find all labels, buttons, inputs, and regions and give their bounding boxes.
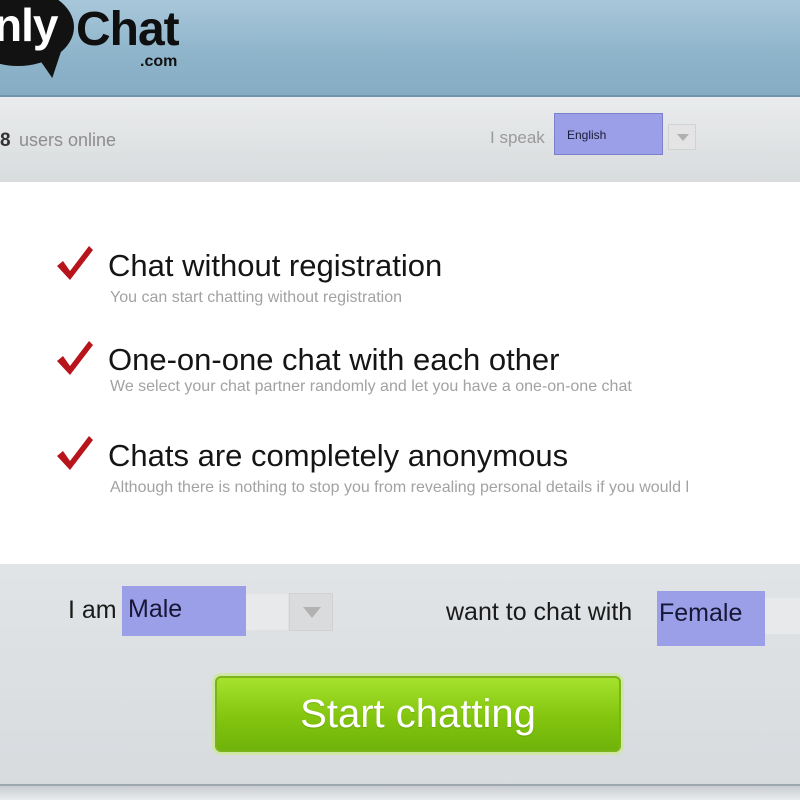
gender-select[interactable]: Male [122,586,246,636]
feature-description: We select your chat partner randomly and… [110,378,632,395]
users-online-label: users online [19,130,117,150]
logo-bubble-tail [35,49,67,81]
partner-label: want to chat with [446,598,633,626]
language-select[interactable]: English [554,113,663,155]
header: nly Chat .com [0,0,800,97]
page: nly Chat .com 8 users online I speak Eng… [0,0,800,800]
logo-text-main: Chat [76,3,180,56]
feature-description: You can start chatting without registrat… [110,289,403,306]
gender-label: I am [68,596,117,624]
logo-text-domain: .com [140,53,178,70]
language-dropdown-arrow-icon[interactable] [668,124,696,150]
checkmark-icon [57,246,93,280]
gender-dropdown-arrow-icon[interactable] [289,593,333,631]
partner-gender-select[interactable]: Female [657,591,765,646]
users-online-count: 8 [0,130,11,151]
start-chatting-button[interactable]: Start chatting [215,676,621,752]
checkmark-icon [57,341,93,375]
window-bottom-edge [0,784,800,800]
language-label: I speak [490,128,545,147]
gender-select-field[interactable] [246,594,288,630]
feature-title: Chat without registration [108,248,443,283]
partner-select-field[interactable] [765,598,800,634]
feature-title: One-on-one chat with each other [108,342,560,377]
checkmark-icon [57,436,93,470]
logo-text-left: nly [0,0,58,51]
feature-title: Chats are completely anonymous [108,438,569,473]
feature-description: Although there is nothing to stop you fr… [110,479,690,496]
